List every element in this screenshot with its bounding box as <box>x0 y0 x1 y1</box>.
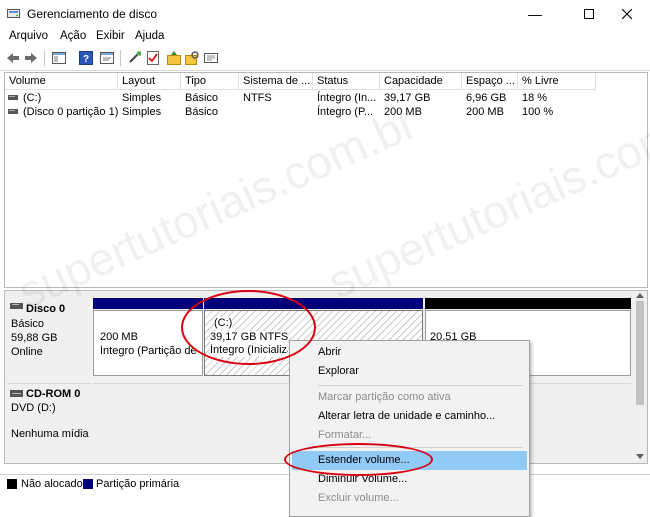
menu-item-excluir-volume: Excluir volume... <box>318 492 399 504</box>
title-bar: Gerenciamento de disco — <box>0 0 650 28</box>
cell-sistema <box>239 105 313 119</box>
scroll-down-icon[interactable] <box>636 454 644 459</box>
cdrom-0-label[interactable]: CD-ROM 0 DVD (D:) Nenhuma mídia <box>7 383 91 462</box>
legend-swatch-primary <box>83 479 93 489</box>
cell-status: Íntegro (In... <box>317 92 377 104</box>
unallocated-bar <box>425 298 631 309</box>
disk-0-type: Básico <box>11 318 45 330</box>
cdrom-0-name: CD-ROM 0 <box>26 388 81 400</box>
cell-capacidade: 39,17 GB <box>384 92 431 104</box>
disk-management-app-icon <box>7 9 20 18</box>
column-header-status[interactable]: Status <box>313 73 380 90</box>
volume-list: Volume Layout Tipo Sistema de ... Status… <box>4 72 648 288</box>
cell-volume: (Disco 0 partição 1) <box>23 106 118 118</box>
toolbar-separator <box>120 50 121 66</box>
column-header-sistema[interactable]: Sistema de ... <box>239 73 313 90</box>
legend-label: Não alocado <box>21 478 83 490</box>
cdrom-icon <box>10 390 23 397</box>
toolbar: ? <box>0 46 650 71</box>
menu-exibir[interactable]: Exibir <box>96 30 125 42</box>
checklist-icon[interactable] <box>145 50 161 66</box>
menu-acao[interactable]: Ação <box>60 30 86 42</box>
toolbar-separator <box>44 50 45 66</box>
column-header-espaco[interactable]: Espaço ... <box>462 73 518 90</box>
svg-text:?: ? <box>83 54 89 65</box>
menu-separator <box>318 447 523 448</box>
maximize-icon <box>584 9 594 19</box>
help-icon[interactable]: ? <box>78 50 94 66</box>
properties-icon[interactable] <box>99 50 115 66</box>
cell-layout: Simples <box>122 106 162 118</box>
cdrom-0-status: Nenhuma mídia <box>11 428 89 440</box>
minimize-button[interactable]: — <box>512 0 558 28</box>
menu-item-estender-volume[interactable]: Estender volume... <box>292 451 527 470</box>
context-menu: Abrir Explorar Marcar partição como ativ… <box>289 340 530 517</box>
partition-size: 200 MB <box>100 331 138 343</box>
console-tree-icon[interactable] <box>51 50 67 66</box>
cell-volume: (C:) <box>23 92 42 104</box>
close-icon <box>621 8 633 20</box>
menu-bar: Arquivo Ação Exibir Ajuda <box>0 28 650 46</box>
cell-tipo: Básico <box>185 92 219 104</box>
close-button[interactable] <box>604 0 650 28</box>
partition-system-reserved[interactable]: 200 MB Íntegro (Partição de S <box>93 310 203 376</box>
cdrom-0-type: DVD (D:) <box>11 402 56 414</box>
table-row[interactable]: (Disco 0 partição 1) Simples Básico Ínte… <box>5 105 605 119</box>
disk-0-name: Disco 0 <box>26 303 66 315</box>
scrollbar-thumb[interactable] <box>636 301 644 405</box>
disk-0-status: Online <box>11 346 43 358</box>
scroll-up-icon[interactable] <box>636 293 644 298</box>
cell-status: Íntegro (P... <box>317 106 374 118</box>
cell-espaco: 200 MB <box>466 106 504 118</box>
column-header-livre[interactable]: % Livre <box>518 73 596 90</box>
column-header-volume[interactable]: Volume <box>5 73 118 90</box>
legend-swatch-unallocated <box>7 479 17 489</box>
legend-label: Partição primária <box>96 478 180 490</box>
forward-arrow-icon[interactable] <box>23 50 39 66</box>
menu-item-alterar-letra[interactable]: Alterar letra de unidade e caminho... <box>292 407 527 426</box>
column-header-tipo[interactable]: Tipo <box>181 73 239 90</box>
vertical-scrollbar[interactable] <box>633 291 647 463</box>
disk-icon <box>10 303 23 309</box>
partition-label: (C:) <box>214 317 233 330</box>
connect-icon[interactable] <box>127 50 143 66</box>
partition-status: Íntegro (Partição de S <box>100 345 200 357</box>
view-settings-icon[interactable] <box>203 50 219 66</box>
menu-ajuda[interactable]: Ajuda <box>135 30 164 42</box>
back-arrow-icon[interactable] <box>5 50 21 66</box>
search-key-icon[interactable] <box>184 50 200 66</box>
window-title: Gerenciamento de disco <box>27 7 158 21</box>
partition-size: 39,17 GB NTFS <box>210 331 289 344</box>
menu-item-abrir[interactable]: Abrir <box>292 343 527 362</box>
disk-0-label[interactable]: Disco 0 Básico 59,88 GB Online <box>7 297 91 377</box>
cell-espaco: 6,96 GB <box>466 92 507 104</box>
column-header-capacidade[interactable]: Capacidade <box>380 73 462 90</box>
cell-livre: 100 % <box>522 106 554 118</box>
cell-layout: Simples <box>122 92 162 104</box>
disk-0-size: 59,88 GB <box>11 332 58 344</box>
menu-separator <box>318 385 523 386</box>
cell-capacidade: 200 MB <box>384 106 422 118</box>
menu-item-explorar[interactable]: Explorar <box>292 362 527 381</box>
partition-primary-bar <box>93 298 203 309</box>
partition-primary-bar <box>204 298 423 309</box>
volume-icon <box>8 95 18 100</box>
volume-icon <box>8 109 18 114</box>
menu-item-marcar-ativa: Marcar partição como ativa <box>318 391 451 403</box>
menu-arquivo[interactable]: Arquivo <box>9 30 48 42</box>
cell-tipo: Básico <box>185 106 219 118</box>
cell-livre: 18 % <box>522 92 548 104</box>
menu-item-diminuir-volume[interactable]: Diminuir Volume... <box>292 470 527 489</box>
menu-item-formatar: Formatar... <box>318 429 372 441</box>
cell-sistema: NTFS <box>243 92 272 104</box>
column-header-layout[interactable]: Layout <box>118 73 181 90</box>
minimize-icon: — <box>528 6 542 22</box>
table-row[interactable]: (C:) Simples Básico NTFS Íntegro (In... … <box>5 91 605 105</box>
partition-status: Íntegro (Inicializa <box>210 344 288 357</box>
folder-up-icon[interactable] <box>166 50 182 66</box>
